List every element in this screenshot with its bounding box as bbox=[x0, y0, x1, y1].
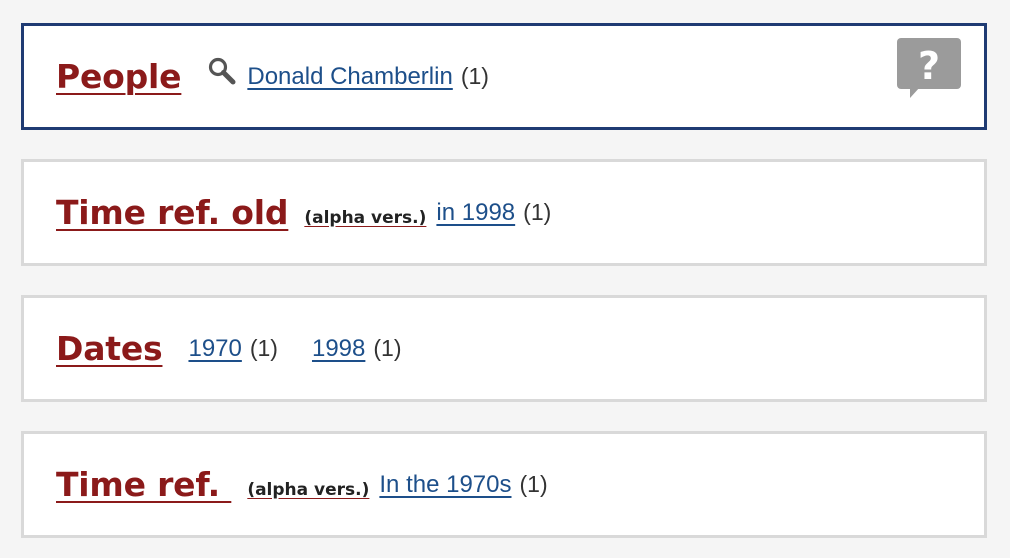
time-ref-facet-title[interactable]: Time ref. bbox=[56, 465, 231, 504]
time-ref-entry-count: (1) bbox=[519, 470, 548, 497]
dates-entry-count: (1) bbox=[249, 334, 278, 361]
time-ref-facet-panel: Time ref. (alpha vers.) In the 1970s (1) bbox=[21, 431, 987, 538]
dates-entry-link[interactable]: 1970 bbox=[188, 335, 241, 363]
time-ref-entry: In the 1970s (1) bbox=[379, 471, 547, 499]
alpha-version-badge[interactable]: (alpha vers.) bbox=[247, 480, 369, 500]
time-ref-old-facet-title[interactable]: Time ref. old bbox=[56, 193, 289, 232]
dates-facet-panel: Dates 1970 (1) 1998 (1) bbox=[21, 295, 987, 402]
people-facet-title[interactable]: People bbox=[56, 57, 182, 96]
dates-entry-link[interactable]: 1998 bbox=[312, 335, 365, 363]
svg-text:?: ? bbox=[918, 44, 940, 88]
people-facet-panel: People Donald Chamberlin (1) ? bbox=[21, 23, 987, 130]
time-ref-old-entry-link[interactable]: in 1998 bbox=[436, 199, 515, 227]
people-entry: Donald Chamberlin (1) bbox=[247, 63, 489, 91]
time-ref-old-facet-panel: Time ref. old (alpha vers.) in 1998 (1) bbox=[21, 159, 987, 266]
dates-facet-title[interactable]: Dates bbox=[56, 329, 163, 368]
dates-entry: 1970 (1) bbox=[188, 335, 278, 363]
time-ref-old-entry-count: (1) bbox=[523, 198, 552, 225]
people-entry-link[interactable]: Donald Chamberlin bbox=[247, 63, 452, 91]
alpha-version-badge[interactable]: (alpha vers.) bbox=[304, 208, 426, 228]
help-question-icon[interactable]: ? bbox=[896, 37, 962, 99]
dates-entry: 1998 (1) bbox=[312, 335, 402, 363]
people-entry-count: (1) bbox=[460, 62, 489, 89]
time-ref-entry-link[interactable]: In the 1970s bbox=[379, 471, 511, 499]
search-icon[interactable] bbox=[207, 56, 237, 86]
dates-entry-count: (1) bbox=[373, 334, 402, 361]
time-ref-old-entry: in 1998 (1) bbox=[436, 199, 551, 227]
